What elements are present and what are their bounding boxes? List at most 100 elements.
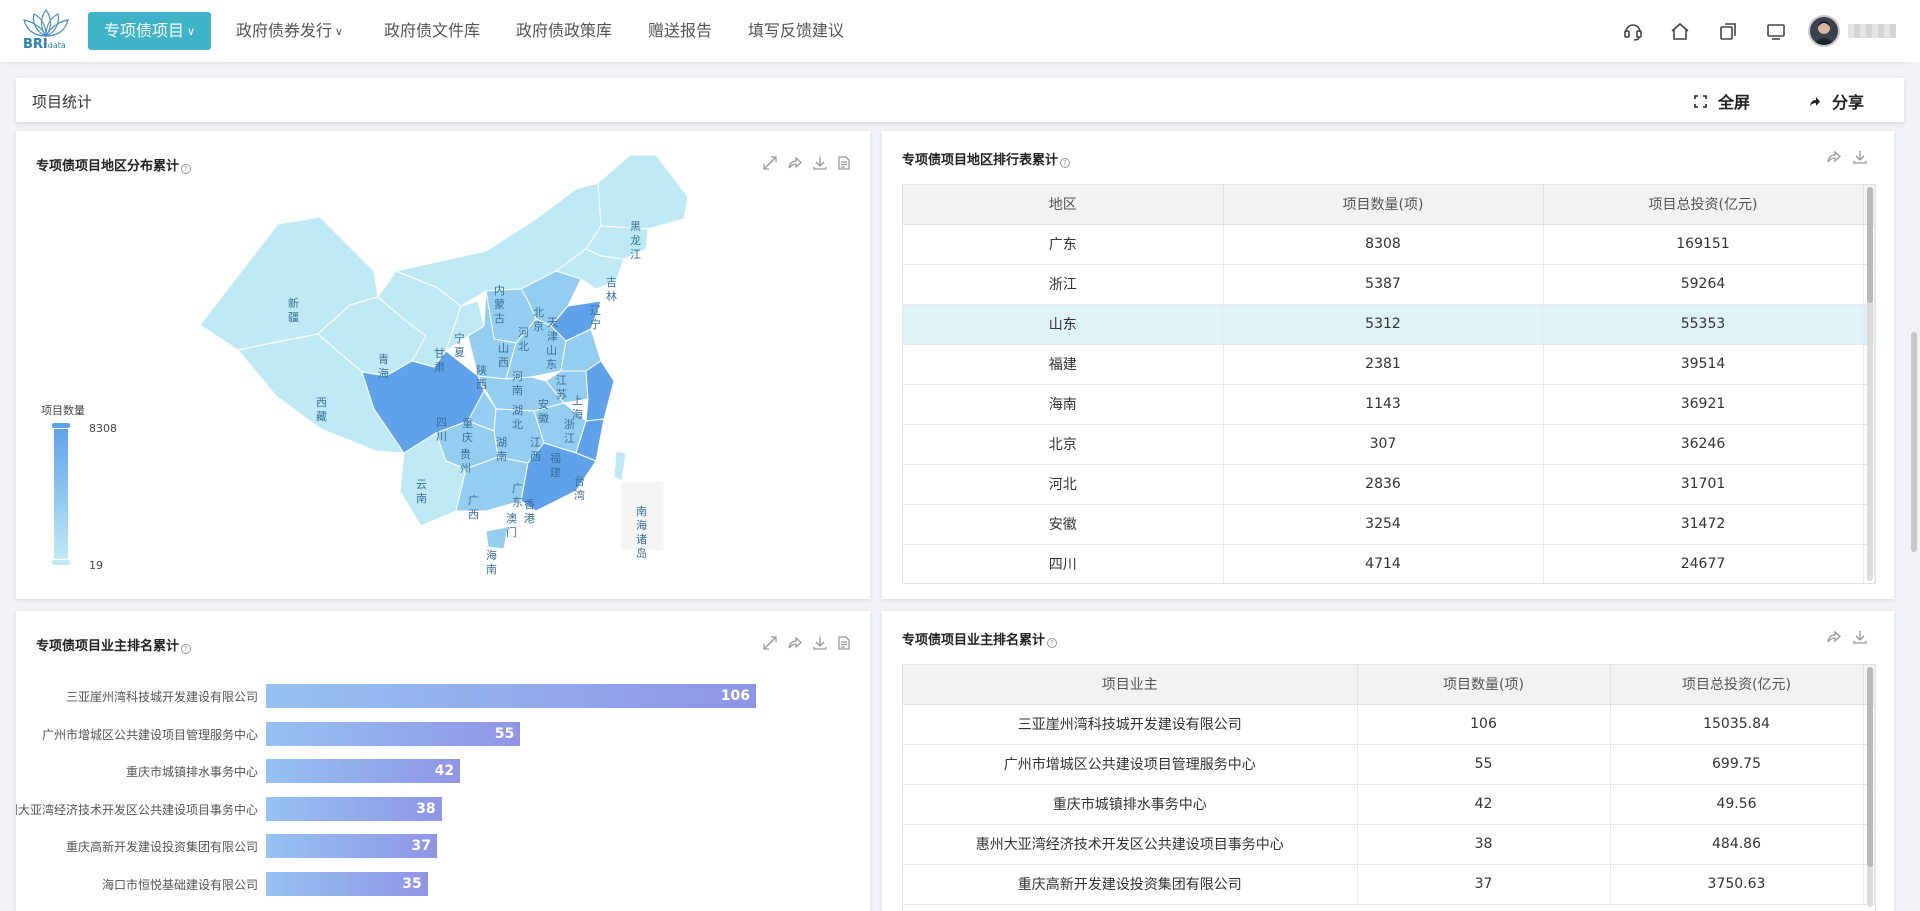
map-label-hainan: 海 — [486, 548, 497, 562]
map-label-henan: 河 — [512, 370, 523, 383]
nav-item-special-bond-projects[interactable]: 专项债项目 ∨ — [88, 12, 212, 50]
bridata-logo[interactable]: BRIdata — [20, 6, 72, 56]
bar-category-label: 海口市恒悦基础建设有限公司 — [101, 877, 258, 892]
map-label-hubei: 湖 — [512, 404, 523, 417]
legend-handle-bottom[interactable] — [52, 560, 70, 565]
legend-max: 8308 — [89, 422, 117, 435]
region-taiwan[interactable] — [613, 450, 627, 482]
map-label-nanhai: 岛 — [636, 546, 647, 560]
column-header[interactable]: 项目业主 — [903, 665, 1358, 705]
column-header[interactable]: 项目总投资(亿元) — [1610, 665, 1864, 705]
table-scrollbar[interactable] — [1867, 187, 1873, 581]
map-label-liaoning: 宁 — [590, 317, 601, 331]
bar[interactable]: 37 — [266, 834, 438, 858]
map-label-ningxia: 宁 — [454, 331, 465, 345]
user-avatar[interactable] — [1808, 15, 1840, 47]
map-label-shandong: 东 — [546, 358, 557, 371]
download-icon[interactable] — [1852, 629, 1868, 645]
share-label: 分享 — [1832, 93, 1865, 112]
map-label-yunnan: 云 — [416, 478, 427, 491]
map-label-nanhai: 诸 — [636, 533, 647, 546]
map-label-zhejiang: 江 — [564, 432, 575, 445]
table-row[interactable]: 福建 2381 39514 — [903, 344, 1875, 385]
table-row[interactable]: 惠州大亚湾经济技术开发区公共建设项目事务中心 38 484.86 — [903, 824, 1875, 865]
user-name-blurred[interactable] — [1848, 24, 1896, 38]
home-icon[interactable] — [1669, 20, 1691, 42]
table-scrollbar[interactable] — [1867, 667, 1873, 907]
region-table: 地区 项目数量(项) 项目总投资(亿元) 广东 8308 169151 浙江 5387… — [902, 184, 1876, 584]
table-row[interactable]: 北京 307 36246 — [903, 424, 1875, 465]
column-header[interactable]: 项目数量(项) — [1223, 185, 1544, 225]
map-label-jiangsu: 江 — [556, 374, 567, 387]
share-button[interactable]: 分享 — [1808, 89, 1864, 113]
bar[interactable]: 35 — [266, 871, 428, 896]
bar-value-label: 37 — [411, 838, 432, 854]
page-scrollbar[interactable] — [1910, 62, 1918, 911]
map-label-hubei: 北 — [512, 418, 523, 431]
customer-service-icon[interactable] — [1622, 20, 1644, 42]
bar-category-label: 重庆高新开发建设投资集团有限公司 — [65, 840, 258, 854]
fullscreen-button[interactable]: 全屏 — [1694, 89, 1750, 113]
copy-icon[interactable] — [1717, 20, 1739, 42]
table-row[interactable]: 海南 1143 36921 — [903, 384, 1875, 425]
table-header-row: 项目业主 项目数量(项) 项目总投资(亿元) — [903, 665, 1875, 705]
map-label-zhejiang: 浙 — [564, 418, 575, 431]
table-row[interactable]: 广州市增城区公共建设项目管理服务中心 55 699.75 — [903, 744, 1875, 785]
map-label-heilongjiang: 黑 — [630, 220, 641, 233]
help-icon[interactable]: ? — [1047, 638, 1058, 648]
bar[interactable]: 38 — [266, 796, 442, 821]
nav-item-bond-issuance[interactable]: 政府债券发行 ∨ — [236, 12, 343, 50]
region-zhejiang[interactable] — [585, 360, 615, 422]
table-row[interactable]: 浙江 5387 59264 — [903, 264, 1875, 305]
table-row[interactable]: 重庆市城镇排水事务中心 42 49.56 — [903, 784, 1875, 825]
map-label-hunan: 南 — [496, 450, 507, 463]
map-label-qinghai: 青 — [378, 353, 389, 366]
region-heilongjiang[interactable] — [597, 154, 689, 230]
nav-item-feedback[interactable]: 填写反馈建议 — [748, 12, 844, 50]
map-label-gansu: 甘 — [434, 347, 445, 360]
monitor-icon[interactable] — [1765, 20, 1787, 42]
map-label-xizang: 藏 — [316, 410, 327, 423]
map-label-liaoning: 辽 — [590, 304, 601, 317]
owner-table: 项目业主 项目数量(项) 项目总投资(亿元) 三亚崖州湾科技城开发建设有限公司 1… — [902, 664, 1876, 911]
bar-value-label: 35 — [402, 875, 422, 892]
china-map[interactable]: 新疆 西藏 青海 甘肃 内蒙古 黑龙江 吉林 辽宁 北京 天津 河北 山西 山东… — [16, 131, 870, 599]
map-label-aomen: 澳 — [506, 512, 517, 525]
region-ranking-panel: 专项债项目地区排行表累计? 地区 项目数量(项) 项目总投资(亿元) 广东 830… — [882, 131, 1894, 599]
table-row[interactable]: 四川 4714 24677 — [903, 544, 1875, 583]
nav-item-label: 政府债券发行 — [236, 21, 333, 40]
fullscreen-icon — [1694, 95, 1710, 112]
column-header[interactable]: 项目数量(项) — [1357, 665, 1611, 705]
legend-handle-top[interactable] — [52, 423, 70, 428]
map-label-xizang: 西 — [316, 396, 327, 409]
map-label-ningxia: 夏 — [454, 346, 465, 359]
map-label-guizhou: 州 — [460, 462, 471, 475]
bar[interactable]: 42 — [266, 759, 461, 783]
region-hainan[interactable] — [485, 526, 509, 550]
help-icon[interactable]: ? — [1060, 158, 1071, 168]
column-header[interactable]: 项目总投资(亿元) — [1543, 185, 1864, 225]
map-label-jilin: 吉 — [606, 276, 617, 289]
column-header[interactable]: 地区 — [903, 185, 1224, 225]
share-arrow-icon — [1808, 95, 1824, 112]
nav-item-document-library[interactable]: 政府债文件库 — [384, 12, 480, 50]
bar[interactable]: 106 — [266, 684, 756, 708]
chevron-down-icon: ∨ — [187, 25, 196, 38]
download-icon[interactable] — [1852, 149, 1868, 165]
table-row[interactable]: 山东 5312 55353 — [903, 304, 1875, 345]
map-label-fujian: 福 — [550, 451, 561, 465]
bar[interactable]: 55 — [266, 721, 521, 746]
map-label-fujian: 建 — [550, 465, 561, 479]
table-row[interactable]: 三亚崖州湾科技城开发建设有限公司 106 15035.84 — [903, 704, 1875, 745]
table-row[interactable]: 广东 8308 169151 — [903, 224, 1875, 265]
table-row[interactable]: 河北 2836 31701 — [903, 464, 1875, 505]
nav-item-policy-library[interactable]: 政府债政策库 — [516, 12, 612, 50]
share-icon[interactable] — [1826, 149, 1842, 165]
nav-item-gift-report[interactable]: 赠送报告 — [648, 12, 712, 50]
table-row[interactable]: 安徽 3254 31472 — [903, 504, 1875, 545]
map-label-xinjiang: 新 — [288, 296, 299, 310]
table-row[interactable]: 重庆高新开发建设投资集团有限公司 37 3750.63 — [903, 864, 1875, 905]
legend-gradient-bar[interactable] — [54, 429, 68, 559]
map-label-shanghai: 上 — [572, 394, 583, 407]
share-icon[interactable] — [1826, 629, 1842, 645]
